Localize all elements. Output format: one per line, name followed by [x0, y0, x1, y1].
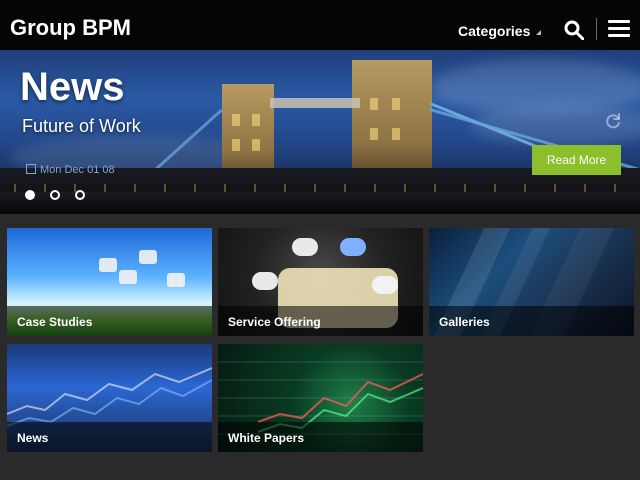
tile-label: White Papers	[228, 431, 305, 445]
puzzle-piece	[139, 250, 157, 264]
carousel-dot-1[interactable]	[25, 190, 35, 200]
calendar-icon	[26, 164, 36, 174]
brand-right: BPM	[82, 15, 132, 40]
brand-logo[interactable]: Group BPM	[10, 16, 131, 40]
carousel-dot-3[interactable]	[75, 190, 85, 200]
person	[252, 272, 278, 290]
tile-label: Case Studies	[17, 315, 93, 329]
tile-label: Service Offering	[228, 315, 321, 329]
hero-subtitle: Future of Work	[22, 116, 141, 136]
tile-service-offering[interactable]: Service Offering	[218, 228, 423, 336]
read-more-button[interactable]: Read More	[532, 145, 621, 175]
person	[372, 276, 398, 294]
tile-news[interactable]: News	[7, 344, 212, 452]
hero-date: Mon Dec 01 08	[26, 164, 115, 176]
carousel-dot-2[interactable]	[50, 190, 60, 200]
tile-label: News	[17, 431, 49, 445]
puzzle-piece	[99, 258, 117, 272]
hamburger-menu-icon[interactable]	[608, 20, 630, 38]
tile-white-papers[interactable]: White Papers	[218, 344, 423, 452]
categories-caret-icon[interactable]	[536, 30, 541, 35]
categories-menu[interactable]: Categories	[458, 23, 530, 39]
bridge-walkway-upper	[270, 98, 360, 108]
tile-galleries[interactable]: Galleries	[429, 228, 634, 336]
refresh-icon[interactable]	[604, 112, 622, 130]
tile-case-studies[interactable]: Case Studies	[7, 228, 212, 336]
search-icon[interactable]	[564, 20, 585, 41]
brand-left: Group	[10, 15, 76, 40]
hero-date-text: Mon Dec 01 08	[40, 164, 115, 176]
top-bar: Group BPM Categories	[0, 0, 640, 50]
person	[340, 238, 366, 256]
tile-label: Galleries	[439, 315, 490, 329]
river	[0, 192, 640, 214]
person	[292, 238, 318, 256]
header-divider	[596, 18, 597, 40]
hero-title: News	[20, 65, 125, 109]
puzzle-piece	[167, 273, 185, 287]
puzzle-piece	[119, 270, 137, 284]
